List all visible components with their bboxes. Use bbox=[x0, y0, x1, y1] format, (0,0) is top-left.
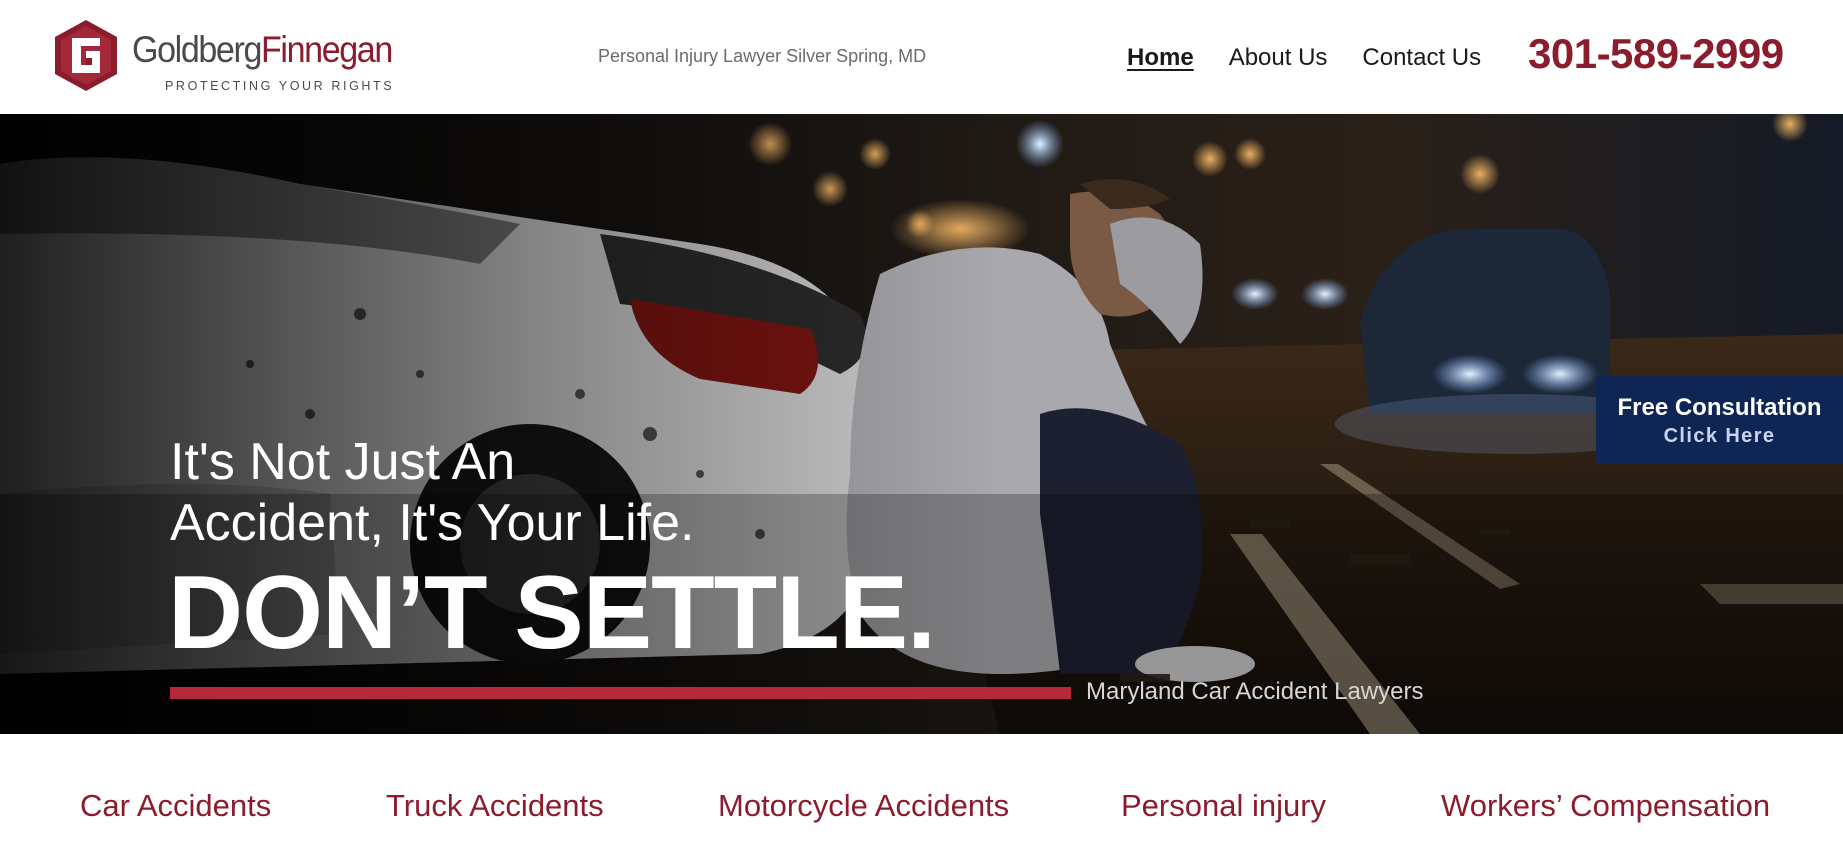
page: GoldbergFinnegan PROTECTING YOUR RIGHTS … bbox=[0, 0, 1843, 843]
free-consultation-button[interactable]: Free Consultation Click Here bbox=[1596, 376, 1843, 464]
hero-line-1: It's Not Just An bbox=[170, 433, 516, 491]
practice-personal-injury[interactable]: Personal injury bbox=[1121, 788, 1326, 824]
phone-link[interactable]: 301-589-2999 bbox=[1528, 30, 1784, 78]
nav-home[interactable]: Home bbox=[1127, 44, 1194, 72]
hero-line-2: Accident, It's Your Life. bbox=[170, 494, 695, 552]
header-tagline: Personal Injury Lawyer Silver Spring, MD bbox=[598, 46, 927, 66]
practice-workers-compensation[interactable]: Workers’ Compensation bbox=[1441, 788, 1770, 824]
hero-banner: It's Not Just An Accident, It's Your Lif… bbox=[0, 114, 1843, 734]
logo-wordmark: GoldbergFinnegan bbox=[132, 29, 393, 70]
logo-hexagon-icon bbox=[55, 20, 117, 91]
main-nav: Home About Us Contact Us bbox=[1127, 44, 1516, 72]
hero-subtext: Maryland Car Accident Lawyers bbox=[1086, 678, 1424, 705]
site-header: GoldbergFinnegan PROTECTING YOUR RIGHTS … bbox=[0, 0, 1843, 114]
practice-car-accidents[interactable]: Car Accidents bbox=[80, 788, 271, 824]
hero-headline: DON’T SETTLE. bbox=[168, 555, 936, 671]
practice-truck-accidents[interactable]: Truck Accidents bbox=[386, 788, 604, 824]
hero-accent-bar bbox=[170, 687, 1071, 699]
nav-contact-us[interactable]: Contact Us bbox=[1362, 44, 1481, 72]
practice-motorcycle-accidents[interactable]: Motorcycle Accidents bbox=[718, 788, 1009, 824]
logo-name-part1: Goldberg bbox=[132, 29, 262, 70]
nav-about-us[interactable]: About Us bbox=[1229, 44, 1328, 72]
logo-tagline: PROTECTING YOUR RIGHTS bbox=[165, 79, 395, 93]
logo-name-part2: Finnegan bbox=[261, 29, 393, 70]
logo[interactable]: GoldbergFinnegan PROTECTING YOUR RIGHTS bbox=[52, 18, 398, 98]
consultation-title: Free Consultation bbox=[1617, 394, 1822, 421]
practice-areas-nav: Car Accidents Truck Accidents Motorcycle… bbox=[0, 734, 1843, 843]
consultation-subtitle: Click Here bbox=[1663, 425, 1776, 447]
